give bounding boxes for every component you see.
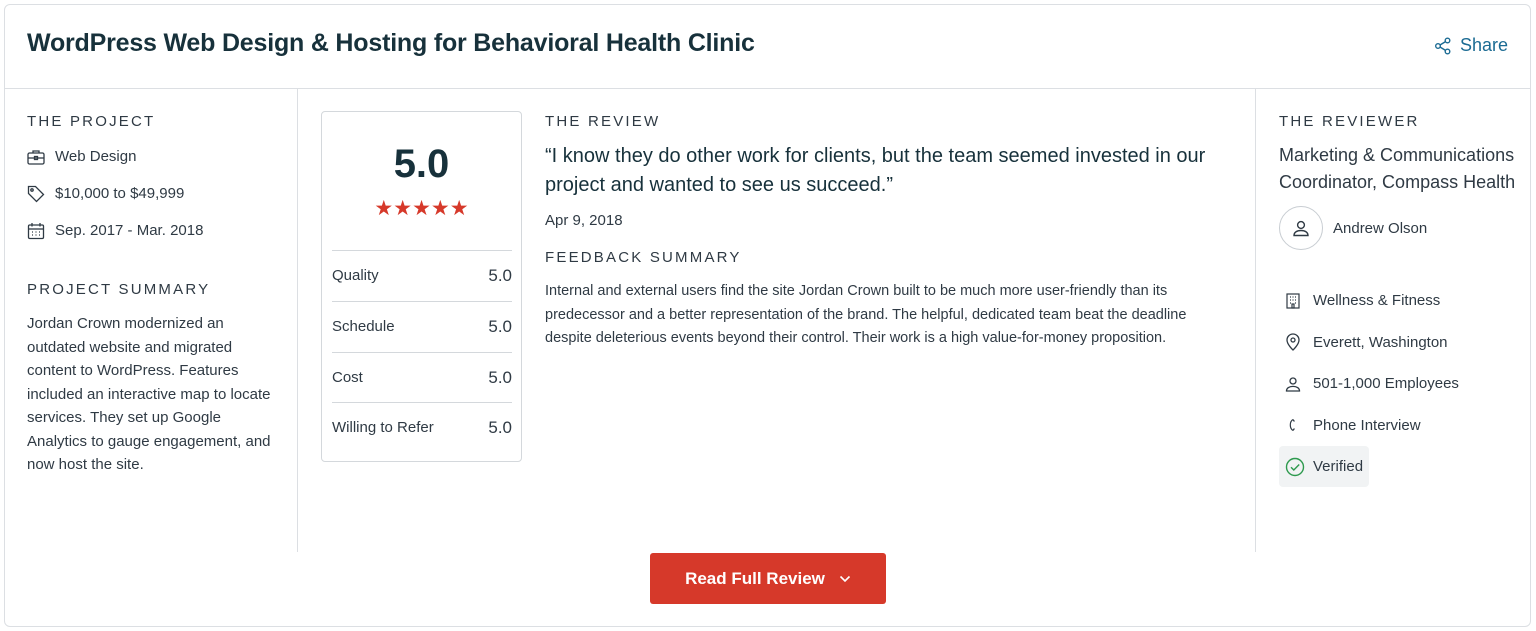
feedback-summary-text: Internal and external users find the sit…	[545, 283, 1187, 346]
rating-box: 5.0 ★★★★★ Quality 5.0 Schedule 5.0 Cost …	[321, 111, 522, 462]
reviewer-column: THE REVIEWER Marketing & Communications …	[1279, 113, 1519, 487]
reviewer-industry: Wellness & Fitness	[1279, 280, 1519, 322]
share-button[interactable]: Share	[1434, 35, 1508, 56]
project-budget: $10,000 to $49,999	[27, 183, 277, 204]
phone-icon	[1289, 419, 1295, 432]
star-icon: ★	[412, 197, 431, 220]
briefcase-icon	[27, 149, 45, 165]
project-column: THE PROJECT Web Design $10,000 to $49,99…	[27, 113, 277, 477]
star-icon: ★	[449, 197, 469, 220]
share-icon	[1434, 37, 1451, 54]
review-section-label: THE REVIEW	[545, 113, 661, 130]
rating-value: 5.0	[488, 265, 512, 285]
user-icon	[1293, 220, 1309, 237]
rating-row-schedule: Schedule 5.0	[332, 301, 512, 351]
reviewer-location-text: Everett, Washington	[1313, 333, 1448, 351]
reviewer-info-list: Wellness & Fitness Everett, Washington 5…	[1279, 280, 1519, 487]
reviewer-size-text: 501-1,000 Employees	[1313, 375, 1459, 393]
project-budget-text: $10,000 to $49,999	[55, 185, 185, 202]
chevron-down-icon	[839, 575, 850, 582]
rating-value: 5.0	[488, 367, 512, 387]
read-full-review-button[interactable]: Read Full Review	[650, 553, 886, 604]
project-summary-text: Jordan Crown modernized an outdated webs…	[27, 315, 271, 473]
project-dates-text: Sep. 2017 - Mar. 2018	[55, 222, 204, 239]
rating-value: 5.0	[488, 417, 512, 437]
overall-rating: 5.0	[393, 142, 450, 186]
rating-label: Willing to Refer	[332, 419, 434, 436]
verified-badge: Verified	[1279, 446, 1370, 487]
building-icon	[1286, 293, 1300, 309]
star-icon: ★	[393, 197, 413, 220]
star-icon: ★	[374, 197, 394, 220]
star-rating: ★★★★★	[322, 196, 521, 221]
rating-row-quality: Quality 5.0	[332, 250, 512, 300]
tag-icon	[27, 185, 45, 202]
reviewer-review-type: Phone Interview	[1279, 405, 1519, 447]
reviewer-review-type-text: Phone Interview	[1313, 416, 1421, 434]
review-header: WordPress Web Design & Hosting for Behav…	[5, 5, 1530, 89]
reviewer-location: Everett, Washington	[1279, 322, 1519, 364]
reviewer-name: Andrew Olson	[1333, 219, 1428, 237]
reviewer-company-size: 501-1,000 Employees	[1279, 363, 1519, 405]
read-full-review-label: Read Full Review	[685, 568, 825, 588]
star-icon: ★	[430, 197, 450, 220]
rating-label: Schedule	[332, 318, 395, 335]
rating-label: Quality	[332, 267, 379, 284]
location-pin-icon	[1286, 333, 1300, 352]
review-date: Apr 9, 2018	[545, 212, 623, 229]
reviewer-industry-text: Wellness & Fitness	[1313, 292, 1441, 310]
calendar-icon	[27, 222, 45, 239]
reviewer-person: Andrew Olson	[1279, 206, 1519, 250]
project-service: Web Design	[27, 146, 277, 167]
rating-row-cost: Cost 5.0	[332, 352, 512, 402]
project-service-text: Web Design	[55, 148, 137, 165]
rating-row-refer: Willing to Refer 5.0	[332, 402, 512, 452]
project-summary-label: PROJECT SUMMARY	[27, 281, 211, 298]
reviewer-role: Marketing & Communications Coordinator, …	[1279, 145, 1516, 192]
project-section-label: THE PROJECT	[27, 113, 156, 130]
review-title: WordPress Web Design & Hosting for Behav…	[27, 29, 755, 57]
rating-value: 5.0	[488, 316, 512, 336]
person-icon	[1285, 377, 1301, 392]
verified-text: Verified	[1313, 458, 1364, 475]
column-divider	[1255, 89, 1256, 552]
check-circle-icon	[1285, 457, 1305, 476]
review-quote: “I know they do other work for clients, …	[545, 145, 1206, 196]
column-divider	[297, 89, 298, 552]
review-column: THE REVIEW “I know they do other work fo…	[545, 113, 1235, 351]
feedback-summary-label: FEEDBACK SUMMARY	[545, 249, 742, 266]
rating-label: Cost	[332, 369, 363, 386]
share-label: Share	[1459, 35, 1508, 55]
review-card: WordPress Web Design & Hosting for Behav…	[4, 4, 1531, 627]
project-dates: Sep. 2017 - Mar. 2018	[27, 220, 277, 241]
avatar	[1279, 206, 1323, 250]
reviewer-section-label: THE REVIEWER	[1279, 113, 1420, 130]
